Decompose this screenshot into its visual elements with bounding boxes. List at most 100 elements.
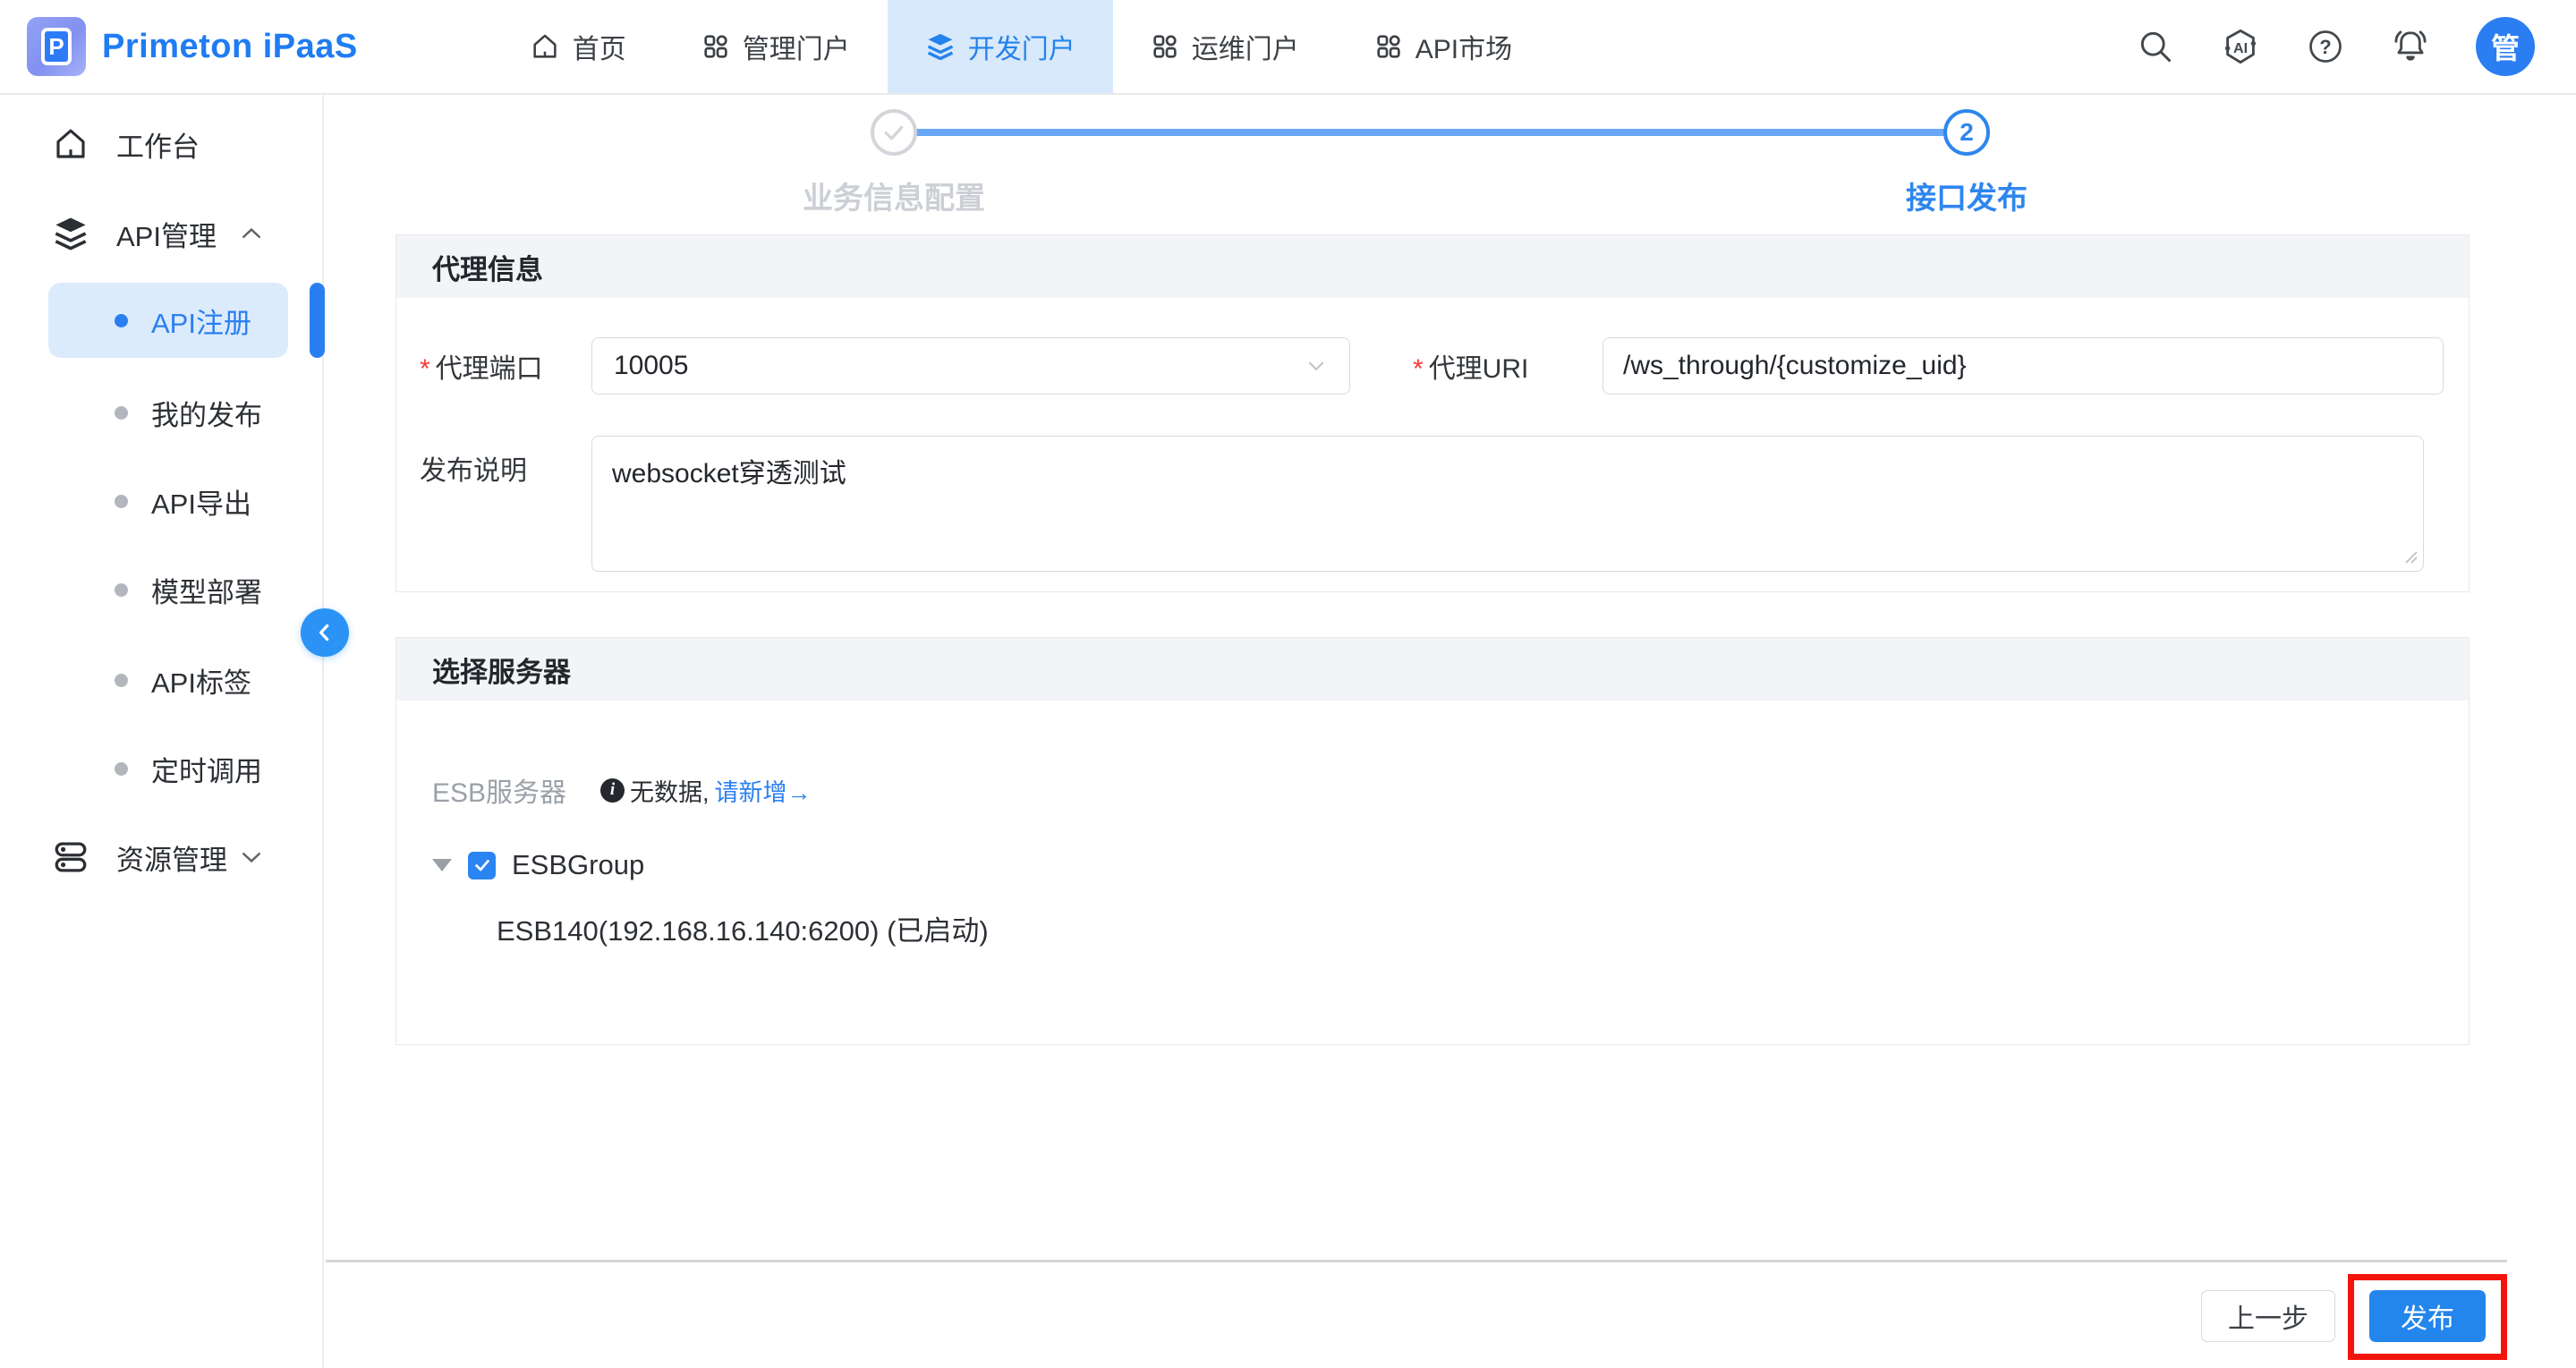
proxy-port-row: *代理端口 10005 *代理URI bbox=[420, 337, 2445, 395]
nav-item-label: 管理门户 bbox=[743, 27, 850, 66]
grid-icon bbox=[701, 32, 730, 61]
step2-circle-active: 2 bbox=[1943, 109, 1990, 156]
sidebar-item-api-tags[interactable]: API标签 bbox=[0, 651, 322, 709]
chevron-up-icon bbox=[238, 220, 265, 247]
proxy-uri-input[interactable] bbox=[1603, 337, 2444, 395]
stepper-connector bbox=[915, 129, 1945, 136]
bullet-icon bbox=[115, 583, 128, 597]
chevron-down-icon bbox=[238, 844, 265, 871]
nav-item-api-market[interactable]: API市场 bbox=[1337, 0, 1550, 93]
sidebar-item-label: 模型部署 bbox=[151, 570, 262, 610]
top-bar: P Primeton iPaaS 首页 bbox=[0, 0, 2576, 95]
no-data-text: 无数据, bbox=[630, 773, 710, 808]
bullet-icon bbox=[115, 762, 128, 776]
nav-item-ops-portal[interactable]: 运维门户 bbox=[1113, 0, 1337, 93]
sidebar: 工作台 API管理 API注册 我的发布 API导出 bbox=[0, 95, 324, 1368]
step2-label: 接口发布 bbox=[1779, 174, 2155, 217]
sidebar-item-label: 我的发布 bbox=[151, 393, 262, 433]
bullet-icon bbox=[115, 406, 128, 420]
sidebar-item-scheduled-call[interactable]: 定时调用 bbox=[0, 740, 322, 797]
esb-server-row: ESB服务器 i 无数据, 请新增→ bbox=[420, 770, 2445, 810]
publish-desc-label: 发布说明 bbox=[420, 436, 591, 488]
esb-server-node[interactable]: ESB140(192.168.16.140:6200) (已启动) bbox=[420, 908, 2445, 948]
esb-group-checkbox[interactable] bbox=[468, 852, 496, 879]
nav-item-home[interactable]: 首页 bbox=[492, 0, 664, 93]
brand-logo-letter: P bbox=[41, 28, 72, 65]
sidebar-item-label: API标签 bbox=[151, 660, 251, 701]
sidebar-item-label: 工作台 bbox=[116, 124, 200, 165]
layers-icon bbox=[52, 215, 89, 252]
info-icon: i bbox=[600, 778, 625, 803]
grid-icon bbox=[1151, 32, 1179, 61]
chevron-left-icon bbox=[313, 621, 336, 644]
nav-item-label: 首页 bbox=[573, 27, 626, 66]
publish-desc-row: 发布说明 websocket穿透测试 bbox=[420, 436, 2445, 572]
ai-assistant-icon[interactable]: AI bbox=[2220, 26, 2261, 67]
sidebar-group-label: API管理 bbox=[116, 214, 217, 254]
server-card-title: 选择服务器 bbox=[396, 638, 2469, 701]
top-nav: 首页 管理门户 开发门 bbox=[492, 0, 1550, 93]
main-content: 2 业务信息配置 接口发布 代理信息 *代理端口 10005 bbox=[324, 95, 2576, 1368]
tree-expand-caret-icon[interactable] bbox=[432, 859, 452, 871]
server-icon bbox=[52, 838, 89, 876]
sidebar-item-api-register[interactable]: API注册 bbox=[48, 283, 288, 358]
sidebar-collapse-button[interactable] bbox=[301, 608, 349, 657]
step1-label: 业务信息配置 bbox=[706, 174, 1082, 217]
nav-item-label: 运维门户 bbox=[1192, 27, 1299, 66]
check-icon bbox=[472, 855, 492, 875]
grid-icon bbox=[1374, 32, 1403, 61]
top-actions: AI ? 管 bbox=[2136, 17, 2535, 76]
required-mark: * bbox=[420, 354, 430, 384]
nav-item-label: API市场 bbox=[1416, 27, 1512, 66]
sidebar-item-label: 定时调用 bbox=[151, 749, 262, 789]
home-icon bbox=[530, 31, 560, 62]
help-icon-glyph: ? bbox=[2319, 36, 2331, 58]
bullet-icon bbox=[115, 674, 128, 687]
search-icon[interactable] bbox=[2136, 27, 2175, 66]
active-item-indicator bbox=[310, 283, 325, 358]
proxy-uri-label: *代理URI bbox=[1413, 346, 1603, 386]
previous-step-button[interactable]: 上一步 bbox=[2201, 1290, 2335, 1342]
bullet-icon bbox=[115, 314, 128, 327]
nav-item-label: 开发门户 bbox=[968, 27, 1075, 66]
esb-server-label: ESB服务器 bbox=[432, 770, 566, 810]
layers-icon bbox=[925, 31, 956, 62]
proxy-port-select[interactable]: 10005 bbox=[591, 337, 1350, 395]
publish-button[interactable]: 发布 bbox=[2369, 1290, 2486, 1342]
publish-desc-textarea[interactable]: websocket穿透测试 bbox=[591, 436, 2424, 572]
ai-icon-label: AI bbox=[2233, 40, 2248, 56]
sidebar-group-label: 资源管理 bbox=[116, 837, 227, 878]
server-card-body: ESB服务器 i 无数据, 请新增→ ESBGroup bbox=[396, 701, 2469, 948]
user-avatar[interactable]: 管 bbox=[2476, 17, 2535, 76]
required-mark: * bbox=[1413, 354, 1424, 384]
brand-logo-area[interactable]: P Primeton iPaaS bbox=[27, 17, 358, 76]
nav-item-dev-portal[interactable]: 开发门户 bbox=[888, 0, 1113, 93]
help-icon[interactable]: ? bbox=[2306, 27, 2345, 66]
check-icon bbox=[880, 119, 907, 146]
sidebar-item-api-export[interactable]: API导出 bbox=[0, 472, 322, 530]
brand-name: Primeton iPaaS bbox=[102, 28, 358, 66]
step1-circle-done bbox=[871, 109, 917, 156]
select-server-card: 选择服务器 ESB服务器 i 无数据, 请新增→ bbox=[395, 637, 2470, 1045]
chevron-down-icon bbox=[1305, 354, 1328, 378]
sidebar-group-api-management[interactable]: API管理 bbox=[0, 205, 322, 262]
bullet-icon bbox=[115, 495, 128, 508]
add-new-link[interactable]: 请新增→ bbox=[715, 773, 812, 808]
proxy-card-body: *代理端口 10005 *代理URI 发布说明 bbox=[396, 298, 2469, 572]
sidebar-item-my-publish[interactable]: 我的发布 bbox=[0, 384, 322, 441]
proxy-port-label: *代理端口 bbox=[420, 346, 591, 386]
sidebar-item-workbench[interactable]: 工作台 bbox=[0, 115, 322, 173]
esb-group-label: ESBGroup bbox=[512, 849, 644, 881]
no-data-hint: i 无数据, 请新增→ bbox=[600, 773, 812, 808]
sidebar-item-label: API注册 bbox=[151, 301, 251, 341]
footer-divider bbox=[326, 1260, 2507, 1262]
proxy-card-title: 代理信息 bbox=[396, 235, 2469, 298]
sidebar-group-resource-management[interactable]: 资源管理 bbox=[0, 828, 322, 886]
sidebar-item-label: API导出 bbox=[151, 481, 251, 522]
esb-group-row: ESBGroup bbox=[420, 849, 2445, 881]
sidebar-item-model-deploy[interactable]: 模型部署 bbox=[0, 561, 322, 618]
nav-item-admin-portal[interactable]: 管理门户 bbox=[664, 0, 888, 93]
proxy-port-value: 10005 bbox=[614, 351, 688, 381]
notification-bell-icon[interactable] bbox=[2390, 26, 2431, 67]
home-icon bbox=[52, 125, 89, 163]
